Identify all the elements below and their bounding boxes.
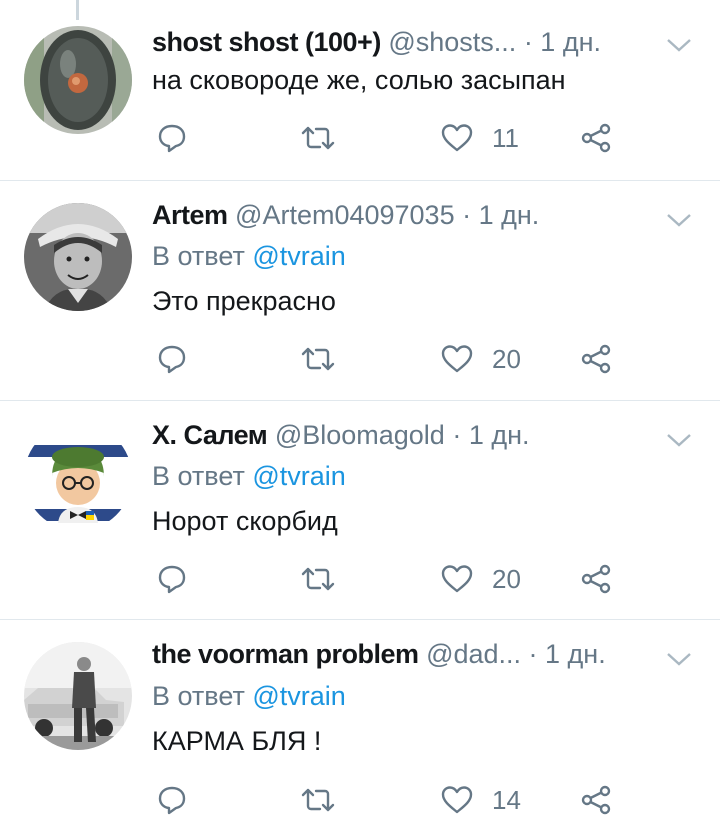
chevron-down-icon[interactable] (666, 212, 692, 228)
retweet-icon (301, 567, 335, 591)
like-icon (441, 345, 473, 373)
tweet-text: Это прекрасно (152, 286, 336, 316)
retweet-button[interactable] (300, 559, 354, 599)
tweet[interactable]: Artem @Artem04097035 · 1 дн. В ответ @tv… (0, 181, 720, 401)
timestamp[interactable]: · 1 дн. (462, 200, 539, 230)
reply-prefix: В ответ (152, 681, 253, 711)
reply-button[interactable] (156, 339, 206, 379)
like-count: 14 (492, 784, 521, 815)
reply-prefix: В ответ (152, 241, 253, 271)
share-button[interactable] (580, 780, 612, 820)
share-icon (581, 785, 611, 815)
share-icon (581, 123, 611, 153)
username[interactable]: @Bloomagold (275, 420, 445, 450)
username[interactable]: @Artem04097035 (235, 200, 455, 230)
retweet-icon (301, 788, 335, 812)
tweet-header: Artem @Artem04097035 · 1 дн. (152, 197, 660, 233)
tweet-header: Х. Салем @Bloomagold · 1 дн. (152, 417, 660, 453)
like-button[interactable]: 14 (440, 780, 521, 820)
avatar[interactable] (24, 642, 132, 750)
reply-button[interactable] (156, 118, 206, 158)
reply-button[interactable] (156, 559, 206, 599)
share-button[interactable] (580, 339, 612, 379)
tweet-text: Норот скорбид (152, 506, 338, 536)
avatar[interactable] (24, 26, 132, 134)
mention-link[interactable]: @tvrain (252, 241, 345, 271)
reply-context: В ответ @tvrain (152, 238, 346, 274)
like-button[interactable]: 11 (440, 118, 519, 158)
tweet-actions: 20 (152, 339, 632, 379)
chevron-down-icon[interactable] (666, 37, 692, 53)
retweet-button[interactable] (300, 780, 354, 820)
reply-context: В ответ @tvrain (152, 458, 346, 494)
username[interactable]: @shosts... (388, 27, 516, 57)
retweet-icon (301, 126, 335, 150)
tweet-text: на сковороде же, солью засыпан (152, 65, 566, 95)
reply-prefix: В ответ (152, 461, 253, 491)
mention-link[interactable]: @tvrain (252, 681, 345, 711)
reply-button[interactable] (156, 780, 206, 820)
tweet[interactable]: shost shost (100+) @shosts... · 1 дн. на… (0, 0, 720, 181)
tweet[interactable]: the voorman problem @dad... · 1 дн. В от… (0, 620, 720, 838)
like-count: 11 (492, 122, 519, 153)
username[interactable]: @dad... (426, 639, 521, 669)
share-button[interactable] (580, 118, 612, 158)
like-icon (441, 124, 473, 152)
display-name[interactable]: shost shost (100+) (152, 27, 381, 57)
timestamp[interactable]: · 1 дн. (524, 27, 601, 57)
timestamp[interactable]: · 1 дн. (529, 639, 606, 669)
tweet-actions: 14 (152, 780, 632, 820)
retweet-icon (301, 347, 335, 371)
reply-icon (158, 124, 186, 153)
display-name[interactable]: the voorman problem (152, 639, 419, 669)
like-button[interactable]: 20 (440, 559, 521, 599)
reply-context: В ответ @tvrain (152, 678, 346, 714)
reply-icon (158, 565, 186, 594)
display-name[interactable]: Х. Салем (152, 420, 268, 450)
share-icon (581, 564, 611, 594)
retweet-button[interactable] (300, 118, 354, 158)
like-icon (441, 565, 473, 593)
chevron-down-icon[interactable] (666, 651, 692, 667)
reply-icon (158, 345, 186, 374)
tweet-header: the voorman problem @dad... · 1 дн. (152, 636, 660, 672)
share-icon (581, 344, 611, 374)
timestamp[interactable]: · 1 дн. (452, 420, 529, 450)
tweet[interactable]: Х. Салем @Bloomagold · 1 дн. В ответ @tv… (0, 401, 720, 620)
like-count: 20 (492, 343, 521, 374)
like-count: 20 (492, 563, 521, 594)
retweet-button[interactable] (300, 339, 354, 379)
tweet-header: shost shost (100+) @shosts... · 1 дн. (152, 24, 660, 60)
like-button[interactable]: 20 (440, 339, 521, 379)
tweet-actions: 20 (152, 559, 632, 599)
share-button[interactable] (580, 559, 612, 599)
mention-link[interactable]: @tvrain (252, 461, 345, 491)
like-icon (441, 786, 473, 814)
display-name[interactable]: Artem (152, 200, 228, 230)
tweet-text: КАРМА БЛЯ ! (152, 726, 322, 756)
avatar[interactable] (24, 423, 132, 531)
avatar[interactable] (24, 203, 132, 311)
reply-icon (158, 786, 186, 815)
tweet-actions: 11 (152, 118, 632, 158)
chevron-down-icon[interactable] (666, 432, 692, 448)
